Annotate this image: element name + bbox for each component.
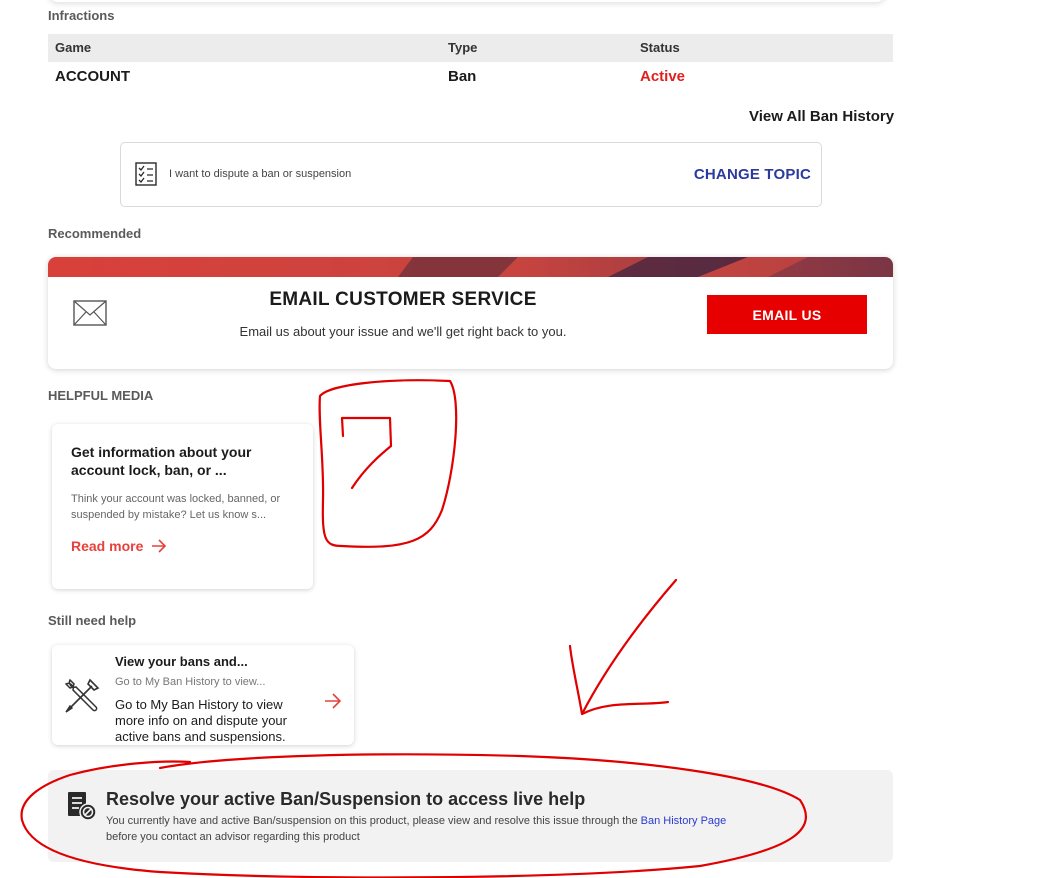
email-card-title: EMAIL CUSTOMER SERVICE — [269, 289, 537, 310]
resolve-text-after: before you contact an advisor regarding … — [106, 831, 360, 843]
topic-text: I want to dispute a ban or suspension — [169, 168, 352, 180]
cell-status: Active — [640, 68, 686, 85]
resolve-title: Resolve your active Ban/Suspension to ac… — [106, 789, 586, 809]
recommended-label: Recommended — [48, 226, 142, 241]
topic-selector: I want to dispute a ban or suspension CH… — [120, 142, 822, 207]
media-card-title: Get information about your account lock,… — [71, 444, 252, 478]
cell-type: Ban — [448, 68, 477, 85]
email-card-subtitle: Email us about your issue and we'll get … — [239, 324, 567, 339]
column-status: Status — [640, 40, 680, 55]
arrow-right-icon — [152, 539, 167, 553]
view-all-ban-history-link[interactable]: View All Ban History — [749, 108, 894, 125]
document-ban-icon — [68, 792, 97, 821]
helpful-media-card[interactable]: Get information about your account lock,… — [52, 424, 313, 589]
change-topic-button[interactable]: CHANGE TOPIC — [694, 166, 811, 183]
read-more-label: Read more — [71, 538, 144, 554]
ban-history-card[interactable]: View your bans and... Go to My Ban Histo… — [52, 645, 354, 745]
annotation-box — [318, 379, 458, 548]
resolve-text-before: You currently have and active Ban/suspen… — [106, 815, 641, 827]
help-card-title: View your bans and... — [115, 654, 248, 669]
arrow-right-icon[interactable] — [324, 693, 342, 709]
ban-history-page-link[interactable]: Ban History Page — [641, 815, 727, 827]
column-type: Type — [448, 40, 478, 55]
checklist-icon — [135, 162, 157, 186]
column-game: Game — [55, 40, 92, 55]
read-more-link[interactable]: Read more — [71, 538, 167, 554]
media-card-description: Think your account was locked, banned, o… — [71, 493, 281, 521]
infractions-label: Infractions — [48, 8, 115, 23]
resolve-text: You currently have and active Ban/suspen… — [106, 813, 806, 845]
annotation-question-mark — [340, 416, 393, 490]
email-us-button[interactable]: EMAIL US — [707, 295, 867, 334]
help-card-description: Go to My Ban History to view more info o… — [115, 697, 287, 744]
annotation-arrow — [568, 578, 678, 716]
card-banner — [48, 257, 893, 277]
cell-game: ACCOUNT — [55, 68, 130, 85]
tools-icon — [64, 678, 100, 713]
email-customer-service-card: EMAIL CUSTOMER SERVICE Email us about yo… — [48, 257, 893, 369]
help-card-subtitle: Go to My Ban History to view... — [115, 676, 266, 688]
helpful-media-label: HELPFUL MEDIA — [48, 388, 154, 403]
live-help-blocked-panel: Resolve your active Ban/Suspension to ac… — [48, 770, 893, 862]
infractions-table-header: Game Type Status — [48, 34, 893, 62]
table-row: ACCOUNT Ban Active — [48, 62, 893, 92]
previous-card-edge — [48, 0, 886, 2]
still-need-help-label: Still need help — [48, 613, 137, 628]
